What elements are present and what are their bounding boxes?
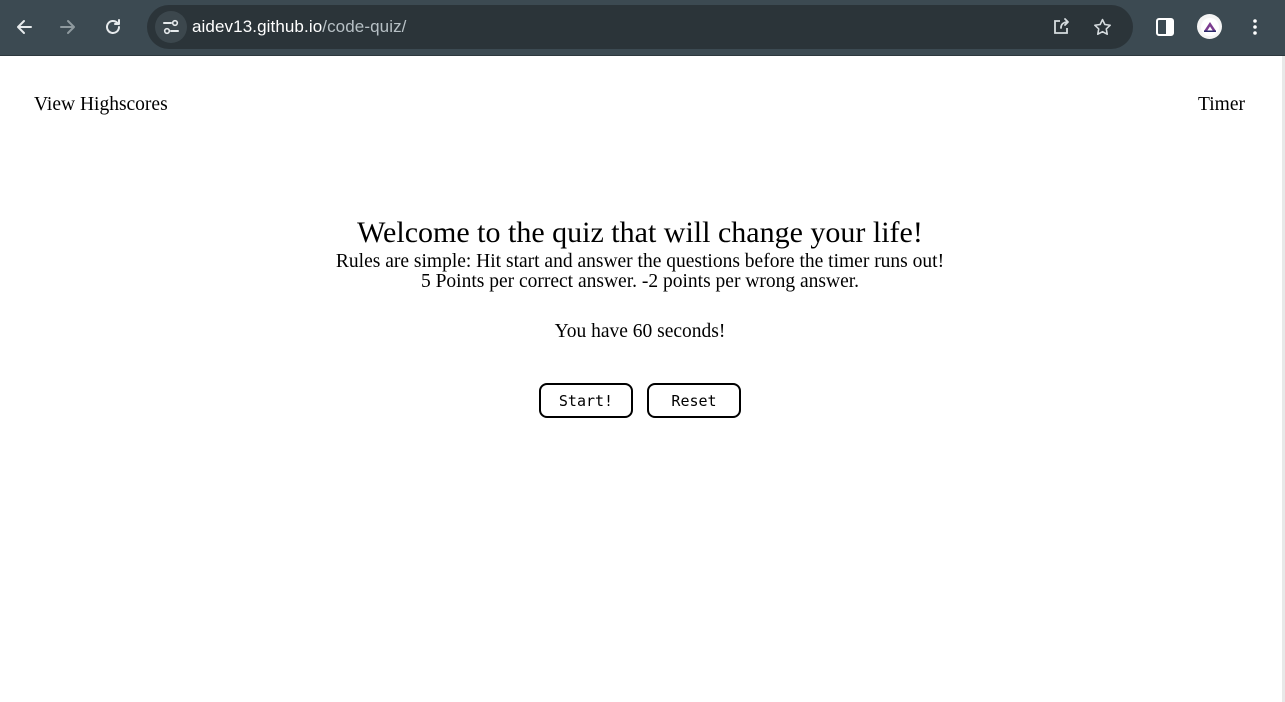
page-title: Welcome to the quiz that will change you… xyxy=(357,216,923,249)
timer-label: Timer xyxy=(1198,94,1245,115)
reload-icon xyxy=(106,19,120,34)
bookmark-star-icon xyxy=(1093,18,1111,35)
share-button[interactable] xyxy=(1049,15,1073,39)
quiz-intro: Welcome to the quiz that will change you… xyxy=(0,214,1280,418)
site-info-icon xyxy=(163,19,179,35)
url-path: /code-quiz/ xyxy=(322,17,407,36)
start-button[interactable]: Start! xyxy=(539,383,633,418)
site-info-button[interactable] xyxy=(155,11,187,43)
more-menu-button[interactable] xyxy=(1243,15,1267,39)
more-menu-icon xyxy=(1253,19,1257,35)
view-highscores-link[interactable]: View Highscores xyxy=(34,94,168,116)
reload-button[interactable] xyxy=(95,9,131,45)
back-button[interactable] xyxy=(6,9,42,45)
address-bar[interactable]: aidev13.github.io/code-quiz/ xyxy=(147,5,1133,49)
rules-line-1: Rules are simple: Hit start and answer t… xyxy=(335,251,945,272)
rules-line-2: 5 Points per correct answer. -2 points p… xyxy=(420,271,860,292)
button-row: Start! Reset xyxy=(0,383,1280,418)
forward-icon xyxy=(60,20,75,34)
side-panel-button[interactable] xyxy=(1153,15,1177,39)
bookmark-button[interactable] xyxy=(1090,15,1114,39)
browser-toolbar: aidev13.github.io/code-quiz/ xyxy=(0,0,1285,56)
forward-button[interactable] xyxy=(50,9,86,45)
url-text[interactable]: aidev13.github.io/code-quiz/ xyxy=(192,5,407,49)
url-host: aidev13.github.io xyxy=(192,17,323,36)
share-icon xyxy=(1054,18,1069,34)
back-icon xyxy=(17,20,32,34)
time-notice: You have 60 seconds! xyxy=(554,321,726,342)
profile-logo-icon xyxy=(1200,17,1219,36)
reset-button[interactable]: Reset xyxy=(647,383,741,418)
profile-avatar[interactable] xyxy=(1197,14,1222,39)
side-panel-icon xyxy=(1156,18,1174,36)
